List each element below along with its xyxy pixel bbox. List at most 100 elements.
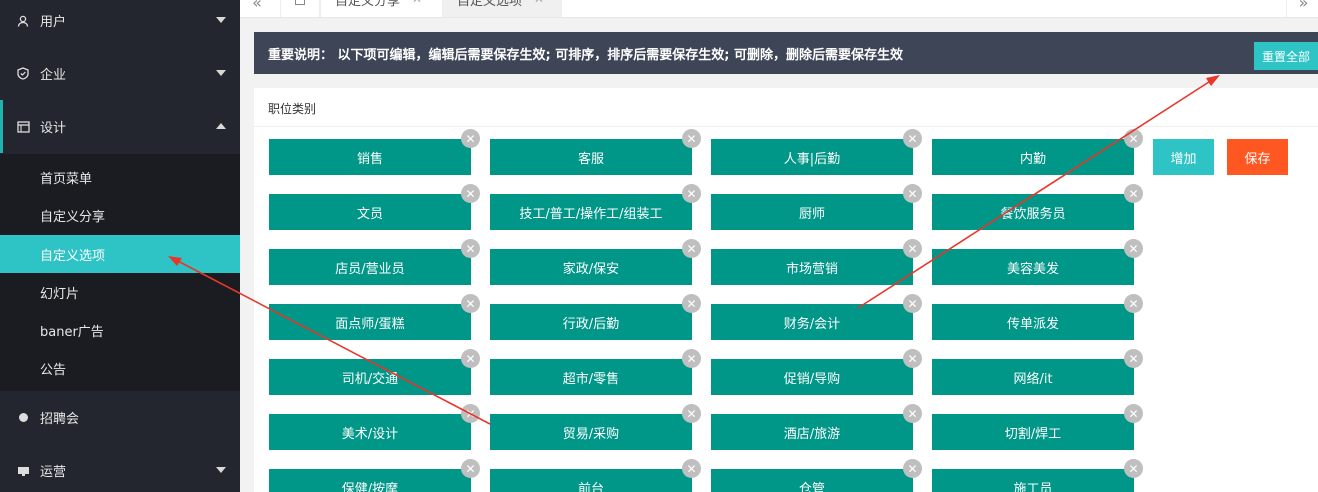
chevron-down-icon (216, 17, 226, 23)
nav-group-job-fair[interactable]: 招聘会 (0, 391, 240, 444)
remove-option-icon[interactable]: ✕ (1124, 129, 1143, 148)
remove-option-icon[interactable]: ✕ (1124, 459, 1143, 478)
option-tile[interactable]: 家政/保安 ✕ (490, 239, 701, 285)
remove-option-icon[interactable]: ✕ (903, 294, 922, 313)
option-tile[interactable]: 网络/it ✕ (932, 349, 1143, 395)
option-tile[interactable]: 技工/普工/操作工/组装工 ✕ (490, 184, 701, 230)
option-label: 内勤 (1019, 151, 1046, 167)
option-tile[interactable]: 促销/导购 ✕ (711, 349, 922, 395)
option-label: 保健/按摩 (341, 481, 399, 492)
chevron-down-icon (216, 70, 226, 76)
option-label: 人事|后勤 (783, 151, 841, 167)
tab-scroll-left-icon[interactable]: « (240, 0, 274, 17)
remove-option-icon[interactable]: ✕ (903, 459, 922, 478)
layout-icon (16, 120, 30, 134)
tab-scroll-right-icon[interactable]: » (1286, 0, 1318, 17)
nav-group-operations[interactable]: 运营 (0, 444, 240, 492)
tab-home[interactable] (280, 0, 320, 17)
remove-option-icon[interactable]: ✕ (903, 239, 922, 258)
option-label: 切割/焊工 (1004, 426, 1062, 442)
option-tile[interactable]: 人事|后勤 ✕ (711, 129, 922, 175)
option-tile[interactable]: 行政/后勤 ✕ (490, 294, 701, 340)
remove-option-icon[interactable]: ✕ (682, 404, 701, 423)
submenu-item-slides[interactable]: 幻灯片 (0, 273, 240, 311)
option-label: 财务/会计 (783, 316, 841, 332)
remove-option-icon[interactable]: ✕ (1124, 184, 1143, 203)
remove-option-icon[interactable]: ✕ (461, 294, 480, 313)
close-icon[interactable]: ✕ (412, 0, 422, 6)
submenu-item-notice[interactable]: 公告 (0, 349, 240, 387)
remove-option-icon[interactable]: ✕ (461, 404, 480, 423)
option-tile[interactable]: 施工员 ✕ (932, 459, 1143, 492)
nav-group-user[interactable]: 用户 (0, 0, 240, 47)
option-label: 面点师/蛋糕 (335, 316, 405, 332)
remove-option-icon[interactable]: ✕ (903, 404, 922, 423)
option-tile[interactable]: 切割/焊工 ✕ (932, 404, 1143, 450)
divider (254, 126, 1318, 127)
option-tile[interactable]: 厨师 ✕ (711, 184, 922, 230)
close-icon[interactable]: ✕ (534, 0, 544, 6)
option-tile[interactable]: 超市/零售 ✕ (490, 349, 701, 395)
option-tile[interactable]: 店员/营业员 ✕ (269, 239, 480, 285)
option-tile[interactable]: 传单派发 ✕ (932, 294, 1143, 340)
chevron-up-icon (216, 123, 226, 129)
option-tile[interactable]: 酒店/旅游 ✕ (711, 404, 922, 450)
option-tile[interactable]: 前台 ✕ (490, 459, 701, 492)
option-tile[interactable]: 美术/设计 ✕ (269, 404, 480, 450)
option-tile[interactable]: 文员 ✕ (269, 184, 480, 230)
remove-option-icon[interactable]: ✕ (461, 239, 480, 258)
remove-option-icon[interactable]: ✕ (1124, 349, 1143, 368)
option-tile[interactable]: 市场营销 ✕ (711, 239, 922, 285)
annotation-arrowhead (1206, 75, 1220, 86)
add-button[interactable]: 增加 (1153, 139, 1214, 175)
remove-option-icon[interactable]: ✕ (461, 459, 480, 478)
option-tile[interactable]: 内勤 ✕ (932, 129, 1143, 175)
sidebar: 用户 企业 设计 首页菜单 自定义分享 自定义选项 幻灯片 baner广告 公告… (0, 0, 240, 492)
reset-all-button[interactable]: 重置全部 (1253, 42, 1318, 70)
option-label: 家政/保安 (562, 261, 620, 277)
option-label: 仓管 (798, 481, 825, 492)
option-label: 餐饮服务员 (1000, 206, 1066, 222)
remove-option-icon[interactable]: ✕ (1124, 239, 1143, 258)
remove-option-icon[interactable]: ✕ (682, 294, 701, 313)
remove-option-icon[interactable]: ✕ (461, 184, 480, 203)
remove-option-icon[interactable]: ✕ (682, 129, 701, 148)
remove-option-icon[interactable]: ✕ (903, 184, 922, 203)
option-label: 市场营销 (785, 261, 838, 277)
option-tile[interactable]: 美容美发 ✕ (932, 239, 1143, 285)
option-tile[interactable]: 财务/会计 ✕ (711, 294, 922, 340)
submenu-item-home-menu[interactable]: 首页菜单 (0, 158, 240, 196)
submenu-item-banner-ads[interactable]: baner广告 (0, 311, 240, 349)
option-tile[interactable]: 餐饮服务员 ✕ (932, 184, 1143, 230)
remove-option-icon[interactable]: ✕ (1124, 294, 1143, 313)
remove-option-icon[interactable]: ✕ (682, 184, 701, 203)
remove-option-icon[interactable]: ✕ (461, 349, 480, 368)
submenu-item-custom-share[interactable]: 自定义分享 (0, 196, 240, 234)
nav-group-label: 运营 (40, 465, 67, 480)
tab-custom-share[interactable]: 自定义分享 ✕ (320, 0, 442, 17)
option-label: 传单派发 (1006, 316, 1059, 332)
option-tile[interactable]: 面点师/蛋糕 ✕ (269, 294, 480, 340)
remove-option-icon[interactable]: ✕ (903, 129, 922, 148)
remove-option-icon[interactable]: ✕ (903, 349, 922, 368)
remove-option-icon[interactable]: ✕ (682, 239, 701, 258)
submenu-item-custom-options[interactable]: 自定义选项 (0, 235, 240, 273)
save-button[interactable]: 保存 (1227, 139, 1288, 175)
option-tile[interactable]: 贸易/采购 ✕ (490, 404, 701, 450)
notice-text: 重要说明： 以下项可编辑，编辑后需要保存生效; 可排序，排序后需要保存生效; 可… (268, 47, 903, 63)
remove-option-icon[interactable]: ✕ (682, 349, 701, 368)
option-tile[interactable]: 客服 ✕ (490, 129, 701, 175)
nav-group-design[interactable]: 设计 (0, 100, 240, 153)
remove-option-icon[interactable]: ✕ (1124, 404, 1143, 423)
option-tile[interactable]: 司机/交通 ✕ (269, 349, 480, 395)
option-tile[interactable]: 保健/按摩 ✕ (269, 459, 480, 492)
remove-option-icon[interactable]: ✕ (461, 129, 480, 148)
option-tile[interactable]: 销售 ✕ (269, 129, 480, 175)
tab-custom-options[interactable]: 自定义选项 ✕ (442, 0, 562, 17)
nav-group-enterprise[interactable]: 企业 (0, 47, 240, 100)
tab-bar: « 自定义分享 ✕ 自定义选项 ✕ » (240, 0, 1318, 18)
remove-option-icon[interactable]: ✕ (682, 459, 701, 478)
option-tile[interactable]: 仓管 ✕ (711, 459, 922, 492)
option-label: 前台 (577, 481, 604, 492)
option-label: 销售 (356, 151, 383, 167)
